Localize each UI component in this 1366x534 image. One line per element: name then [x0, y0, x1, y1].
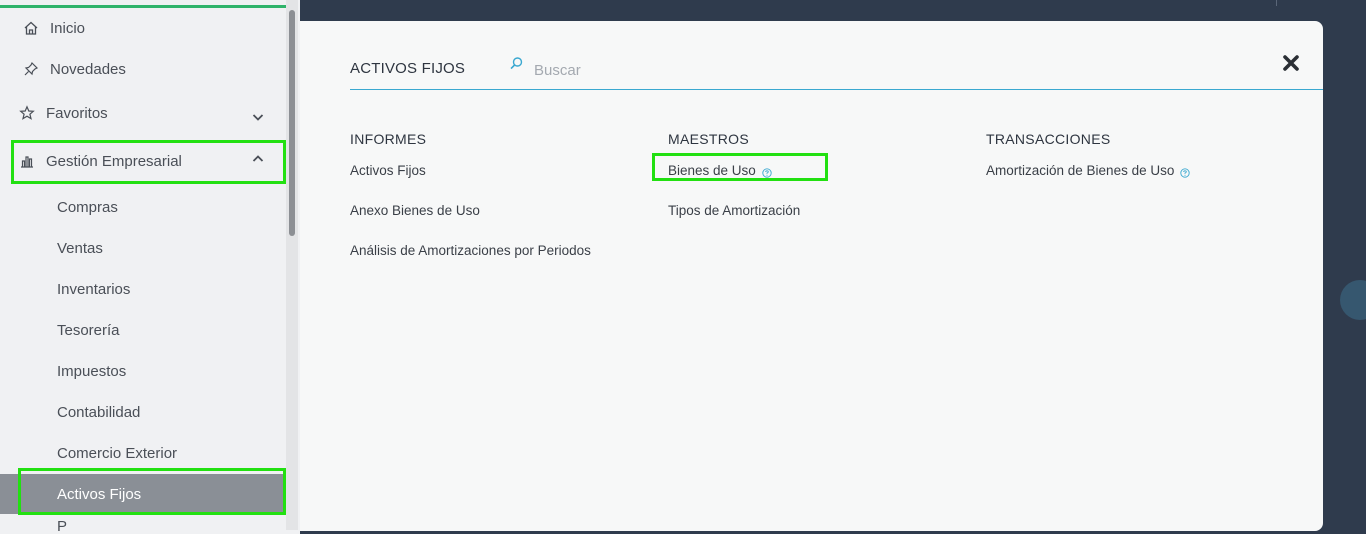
link-activos-fijos[interactable]: Activos Fijos — [350, 163, 426, 178]
sidebar-item-inicio[interactable]: Inicio — [0, 8, 286, 48]
scrollbar-thumb[interactable] — [289, 10, 295, 236]
link-anexo-bienes-de-uso[interactable]: Anexo Bienes de Uso — [350, 203, 480, 218]
sidebar-item-label: Novedades — [50, 60, 126, 78]
sidebar-item-label: Gestión Empresarial — [46, 152, 182, 170]
star-icon — [18, 104, 36, 122]
sidebar-subitem-impuestos[interactable]: Impuestos — [0, 351, 286, 391]
sidebar-subitem-inventarios[interactable]: Inventarios — [0, 269, 286, 309]
chevron-up-icon[interactable] — [250, 151, 266, 167]
sidebar-subitem-activos-fijos[interactable]: Activos Fijos — [0, 474, 286, 514]
sidebar-scrollbar[interactable] — [286, 0, 298, 530]
link-label: Tipos de Amortización — [668, 203, 801, 218]
sidebar-item-label: Inicio — [50, 19, 86, 37]
link-analisis-amortizaciones[interactable]: Análisis de Amortizaciones por Periodos — [350, 243, 591, 258]
search-input[interactable] — [532, 58, 936, 82]
link-label: Análisis de Amortizaciones por Periodos — [350, 243, 591, 258]
chevron-down-icon[interactable] — [250, 109, 266, 125]
bar-chart-icon — [18, 152, 36, 170]
sidebar-item-novedades[interactable]: Novedades — [0, 49, 286, 89]
help-icon[interactable] — [1180, 166, 1191, 178]
header-divider — [1276, 0, 1277, 6]
home-icon — [22, 19, 40, 37]
link-label: Bienes de Uso — [668, 163, 756, 178]
link-bienes-de-uso[interactable]: Bienes de Uso — [668, 163, 772, 178]
sidebar-item-favoritos[interactable]: Favoritos — [0, 93, 286, 133]
sidebar-subitem-tesoreria[interactable]: Tesorería — [0, 310, 286, 350]
sidebar-item-gestion-empresarial[interactable]: Gestión Empresarial — [0, 141, 286, 181]
title-underline — [350, 89, 1323, 90]
link-label: Anexo Bienes de Uso — [350, 203, 480, 218]
close-icon[interactable] — [1280, 52, 1304, 76]
sidebar-item-label: Favoritos — [46, 104, 108, 122]
sidebar-subitem-partial[interactable]: P — [0, 518, 286, 534]
modal-title: ACTIVOS FIJOS — [350, 60, 466, 77]
column-header-informes: INFORMES — [350, 131, 427, 147]
link-label: Amortización de Bienes de Uso — [986, 163, 1175, 178]
link-tipos-de-amortizacion[interactable]: Tipos de Amortización — [668, 203, 800, 218]
sidebar-subitem-compras[interactable]: Compras — [0, 187, 286, 227]
sidebar-subitem-ventas[interactable]: Ventas — [0, 228, 286, 268]
help-icon[interactable] — [762, 166, 772, 178]
sidebar: Inicio Novedades Favoritos Gestión Empre… — [0, 0, 300, 534]
column-header-maestros: MAESTROS — [668, 131, 749, 147]
sidebar-subitem-comercio-exterior[interactable]: Comercio Exterior — [0, 433, 286, 473]
sidebar-subitem-contabilidad[interactable]: Contabilidad — [0, 392, 286, 432]
link-label: Activos Fijos — [350, 163, 426, 178]
link-amortizacion-bienes-de-uso[interactable]: Amortización de Bienes de Uso — [986, 163, 1191, 178]
pin-icon — [22, 60, 40, 78]
activos-fijos-menu-modal: ACTIVOS FIJOS INFORMES Activos Fijos Ane… — [300, 21, 1323, 531]
floating-action-button[interactable] — [1340, 280, 1366, 320]
column-header-transacciones: TRANSACCIONES — [986, 131, 1111, 147]
search-icon — [508, 56, 524, 72]
